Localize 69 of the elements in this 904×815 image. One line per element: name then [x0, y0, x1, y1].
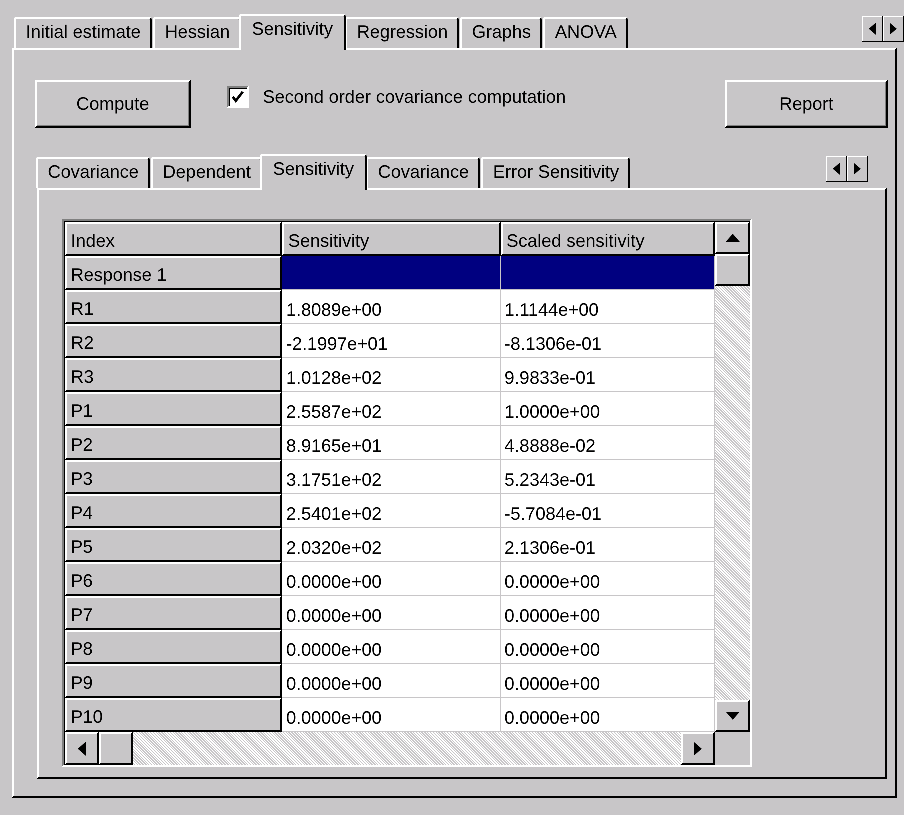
- checkbox[interactable]: [227, 86, 249, 108]
- tab[interactable]: Sensitivity: [260, 154, 368, 190]
- tab[interactable]: Covariance: [366, 157, 480, 188]
- column-header[interactable]: Index: [65, 222, 282, 256]
- row-header[interactable]: P5: [65, 528, 282, 562]
- table-cell: -2.1997e+01: [282, 324, 501, 358]
- tab[interactable]: Sensitivity: [239, 14, 346, 50]
- table-cell: 8.9165e+01: [282, 426, 501, 460]
- table-cell: -5.7084e-01: [500, 494, 715, 528]
- tab[interactable]: Graphs: [460, 17, 542, 48]
- scroll-up-icon[interactable]: [715, 222, 750, 254]
- report-button[interactable]: Report: [725, 80, 888, 128]
- vertical-scrollbar[interactable]: [715, 222, 750, 732]
- table-cell: 0.0000e+00: [500, 630, 715, 664]
- row-header[interactable]: P6: [65, 562, 282, 596]
- scroll-down-icon[interactable]: [715, 700, 750, 732]
- scroll-left-icon[interactable]: [826, 156, 847, 182]
- scroll-thumb[interactable]: [715, 254, 750, 286]
- table-cell: 0.0000e+00: [500, 596, 715, 630]
- table-cell: 0.0000e+00: [282, 596, 501, 630]
- tab[interactable]: Regression: [345, 17, 460, 48]
- scroll-left-icon[interactable]: [862, 16, 883, 42]
- row-header[interactable]: P7: [65, 596, 282, 630]
- row-header[interactable]: R3: [65, 358, 282, 392]
- scroll-left-icon[interactable]: [65, 732, 99, 765]
- tab[interactable]: ANOVA: [543, 17, 628, 48]
- table-cell: 0.0000e+00: [500, 664, 715, 698]
- table-cell: -8.1306e-01: [500, 324, 715, 358]
- row-header[interactable]: P8: [65, 630, 282, 664]
- table-cell: 0.0000e+00: [282, 664, 501, 698]
- table-cell: 1.0128e+02: [282, 358, 501, 392]
- column-header[interactable]: Scaled sensitivity: [500, 222, 715, 256]
- row-header[interactable]: P10: [65, 698, 282, 732]
- table-cell: 0.0000e+00: [282, 630, 501, 664]
- table-cell: 0.0000e+00: [500, 698, 715, 732]
- table-cell: 0.0000e+00: [500, 562, 715, 596]
- horizontal-scrollbar[interactable]: [65, 732, 716, 765]
- check-icon: [231, 90, 245, 104]
- row-header[interactable]: P3: [65, 460, 282, 494]
- table-cell: 1.8089e+00: [282, 290, 501, 324]
- row-header[interactable]: R2: [65, 324, 282, 358]
- row-header[interactable]: P1: [65, 392, 282, 426]
- table-cell: 3.1751e+02: [282, 460, 501, 494]
- row-header[interactable]: P2: [65, 426, 282, 460]
- compute-button[interactable]: Compute: [35, 80, 191, 128]
- table-cell: 2.1306e-01: [500, 528, 715, 562]
- table-cell: 2.0320e+02: [282, 528, 501, 562]
- scroll-right-icon[interactable]: [883, 16, 904, 42]
- table-cell: 2.5401e+02: [282, 494, 501, 528]
- table-cell: 0.0000e+00: [282, 698, 501, 732]
- checkbox-label: Second order covariance computation: [263, 86, 566, 108]
- row-header[interactable]: P4: [65, 494, 282, 528]
- table-cell: 0.0000e+00: [282, 562, 501, 596]
- column-header[interactable]: Sensitivity: [282, 222, 501, 256]
- table-cell: 2.5587e+02: [282, 392, 501, 426]
- tab[interactable]: Initial estimate: [14, 17, 152, 48]
- table-cell: 5.2343e-01: [500, 460, 715, 494]
- row-header[interactable]: Response 1: [65, 256, 282, 290]
- row-header[interactable]: P9: [65, 664, 282, 698]
- tab[interactable]: Error Sensitivity: [481, 157, 630, 188]
- scroll-thumb[interactable]: [99, 732, 133, 765]
- table-cell: 1.1144e+00: [500, 290, 715, 324]
- table-cell: 9.9833e-01: [500, 358, 715, 392]
- row-header[interactable]: R1: [65, 290, 282, 324]
- table-cell: 4.8888e-02: [500, 426, 715, 460]
- scroll-right-icon[interactable]: [681, 732, 716, 765]
- tab[interactable]: Covariance: [36, 157, 150, 188]
- scroll-right-icon[interactable]: [847, 156, 868, 182]
- table-cell: 1.0000e+00: [500, 392, 715, 426]
